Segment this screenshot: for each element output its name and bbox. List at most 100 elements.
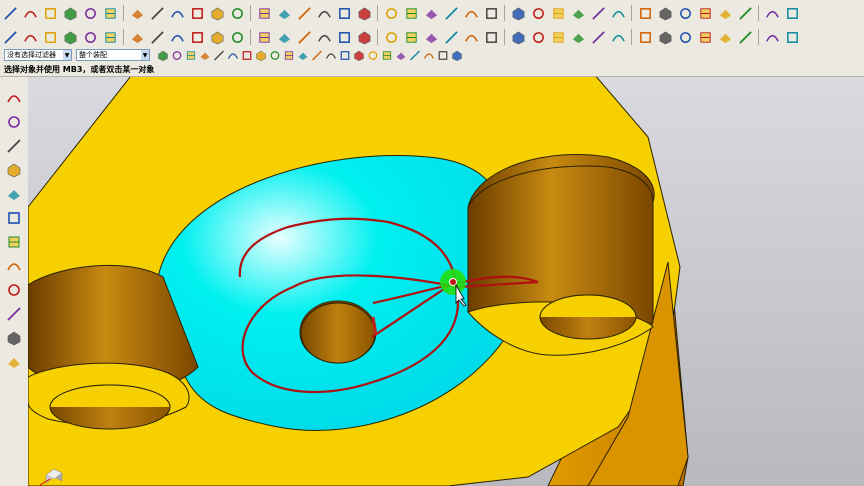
unite-icon[interactable] [676,28,694,46]
orient-icon[interactable] [716,4,734,22]
csys-icon[interactable] [509,28,527,46]
pocket-icon[interactable] [128,28,146,46]
snap-point-icon[interactable] [381,49,393,61]
sketch-icon[interactable] [101,4,119,22]
fillet-icon[interactable] [228,4,246,22]
hole-icon[interactable] [81,28,99,46]
report-icon[interactable] [5,257,23,275]
unite-icon[interactable] [168,28,186,46]
revolve-icon[interactable] [569,28,587,46]
arc-icon[interactable] [21,4,39,22]
chevron-down-icon[interactable]: ▼ [63,50,71,60]
selection-scope-select[interactable]: 整个装配 ▼ [76,49,150,61]
replace-icon[interactable] [422,28,440,46]
pattern-icon[interactable] [148,28,166,46]
snap-point-icon[interactable] [171,49,183,61]
sew-icon[interactable] [482,28,500,46]
datum-icon[interactable] [21,28,39,46]
transform-icon[interactable] [676,4,694,22]
chamfer-icon[interactable] [255,4,273,22]
chevron-down-icon[interactable]: ▼ [141,50,149,60]
boss-icon[interactable] [609,28,627,46]
hole-icon[interactable] [589,28,607,46]
split-icon[interactable] [462,28,480,46]
snap-point-icon[interactable] [199,49,211,61]
offset-icon[interactable] [355,28,373,46]
spline-icon[interactable] [569,4,587,22]
snap-point-icon[interactable] [311,49,323,61]
snap-point-icon[interactable] [339,49,351,61]
section-icon[interactable] [462,4,480,22]
view-icon[interactable] [188,4,206,22]
text-icon[interactable] [81,4,99,22]
arc-icon[interactable] [529,4,547,22]
cylinder-icon[interactable] [736,28,754,46]
datum-icon[interactable] [529,28,547,46]
layer-icon[interactable] [355,4,373,22]
shell-icon[interactable] [335,28,353,46]
reuse-library-icon[interactable] [5,161,23,179]
display-icon[interactable] [382,4,400,22]
snap-point-icon[interactable] [325,49,337,61]
measure-icon[interactable] [335,4,353,22]
trim-icon[interactable] [275,4,293,22]
spline-icon[interactable] [61,4,79,22]
roles-icon[interactable] [5,329,23,347]
sphere-icon[interactable] [783,28,801,46]
cylinder-icon[interactable] [228,28,246,46]
rib-icon[interactable] [402,28,420,46]
render-icon[interactable] [442,4,460,22]
csys-icon[interactable] [1,28,19,46]
snap-point-icon[interactable] [437,49,449,61]
sketch-icon[interactable] [609,4,627,22]
pocket-icon[interactable] [636,28,654,46]
transform-icon[interactable] [168,4,186,22]
process-icon[interactable] [5,281,23,299]
palette-icon[interactable] [5,305,23,323]
extrude-icon[interactable] [41,28,59,46]
cone-icon[interactable] [763,28,781,46]
orient-icon[interactable] [208,4,226,22]
thread-icon[interactable] [382,28,400,46]
trim-body-icon[interactable] [442,28,460,46]
snap-point-icon[interactable] [353,49,365,61]
edit-icon[interactable] [315,4,333,22]
block-icon[interactable] [208,28,226,46]
extrude-icon[interactable] [549,28,567,46]
snap-point-icon[interactable] [185,49,197,61]
dimension-icon[interactable] [656,4,674,22]
subtract-icon[interactable] [696,28,714,46]
mirror-icon[interactable] [295,4,313,22]
boss-icon[interactable] [101,28,119,46]
snap-point-icon[interactable] [213,49,225,61]
snap-point-icon[interactable] [227,49,239,61]
text-icon[interactable] [589,4,607,22]
subtract-icon[interactable] [188,28,206,46]
snap-point-icon[interactable] [283,49,295,61]
point-icon[interactable] [636,4,654,22]
snap-point-icon[interactable] [423,49,435,61]
snap-point-icon[interactable] [269,49,281,61]
view-icon[interactable] [696,4,714,22]
snap-point-icon[interactable] [409,49,421,61]
history-icon[interactable] [5,209,23,227]
type-filter-select[interactable]: 没有选择过滤器 ▼ [4,49,72,61]
web-browser-icon[interactable] [5,185,23,203]
system-materials-icon[interactable] [5,353,23,371]
snap-point-icon[interactable] [241,49,253,61]
snap-point-icon[interactable] [157,49,169,61]
dimension-icon[interactable] [148,4,166,22]
point-icon[interactable] [128,4,146,22]
snap-point-icon[interactable] [451,49,463,61]
constraint-navigator-icon[interactable] [5,113,23,131]
pattern-icon[interactable] [656,28,674,46]
snap-point-icon[interactable] [395,49,407,61]
wireframe-icon[interactable] [422,4,440,22]
rectangle-icon[interactable] [549,4,567,22]
snap-point-icon[interactable] [255,49,267,61]
clock-icon[interactable] [5,233,23,251]
line-icon[interactable] [509,4,527,22]
revolve-icon[interactable] [61,28,79,46]
assembly-navigator-icon[interactable] [5,89,23,107]
fillet-icon[interactable] [736,4,754,22]
